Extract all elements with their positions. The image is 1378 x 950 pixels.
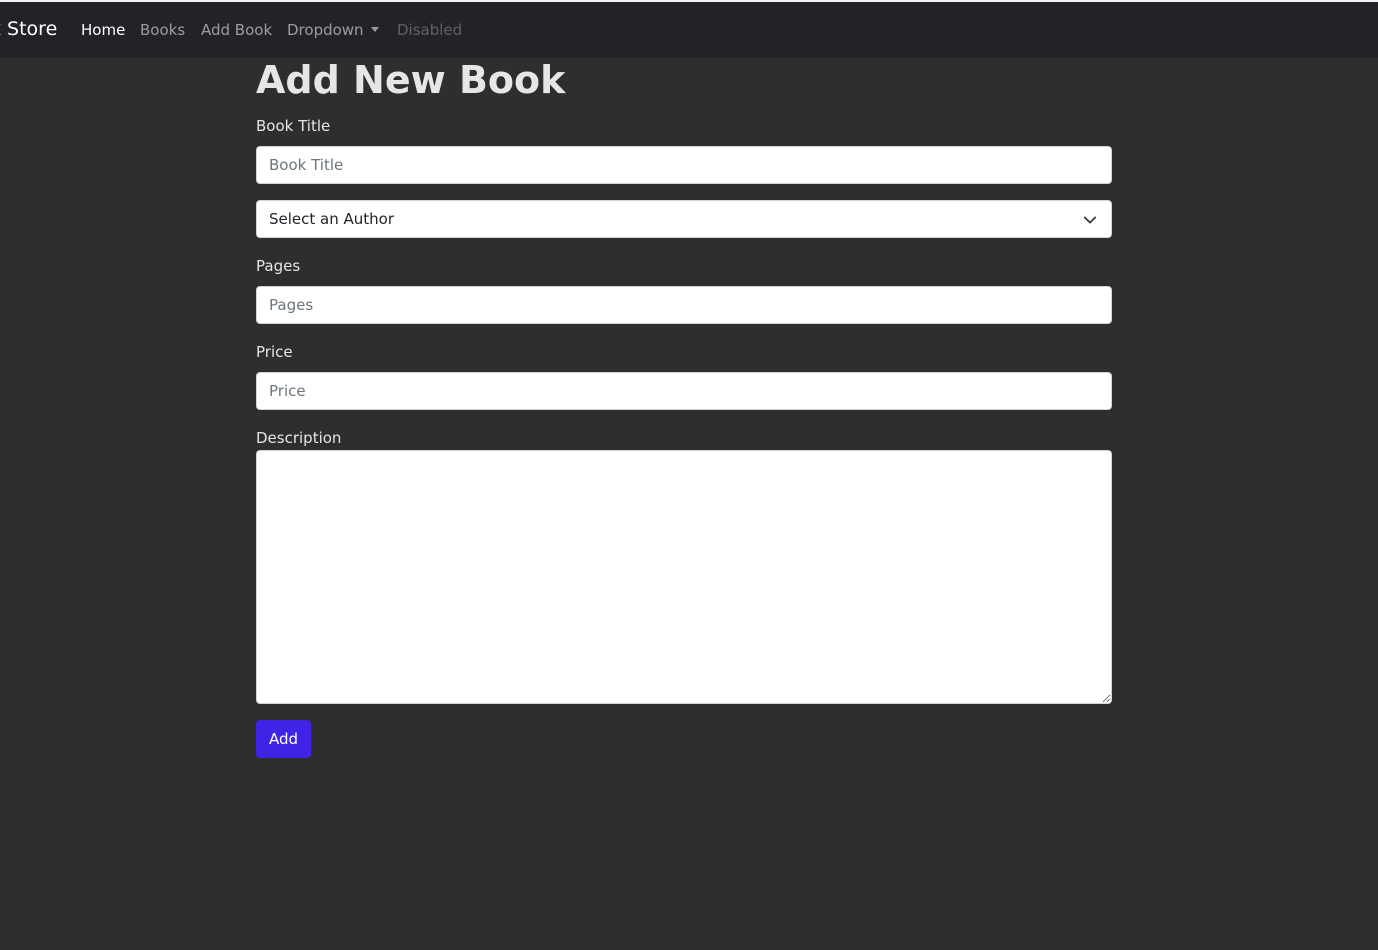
chevron-down-icon — [1083, 216, 1097, 224]
nav-dropdown-label: Dropdown — [287, 21, 364, 39]
price-label: Price — [256, 343, 293, 361]
nav-link-books[interactable]: Books — [140, 21, 185, 39]
author-select-value: Select an Author — [269, 210, 395, 228]
description-label: Description — [256, 429, 342, 447]
nav-dropdown-toggle[interactable]: Dropdown — [287, 21, 379, 39]
navbar-brand[interactable]: k Store — [0, 18, 57, 40]
navbar: k Store Home Books Add Book Dropdown Dis… — [0, 2, 1378, 58]
nav-link-add-book[interactable]: Add Book — [201, 21, 272, 39]
nav-link-disabled: Disabled — [397, 21, 463, 39]
pages-input[interactable] — [256, 286, 1112, 324]
page-title: Add New Book — [256, 58, 566, 102]
nav-link-home[interactable]: Home — [81, 21, 125, 39]
book-title-input[interactable] — [256, 146, 1112, 184]
pages-label: Pages — [256, 257, 301, 275]
author-select[interactable]: Select an Author — [256, 200, 1112, 238]
caret-down-icon — [370, 27, 379, 32]
add-button[interactable]: Add — [256, 720, 311, 758]
book-title-label: Book Title — [256, 117, 331, 135]
price-input[interactable] — [256, 372, 1112, 410]
description-textarea[interactable] — [256, 450, 1112, 704]
